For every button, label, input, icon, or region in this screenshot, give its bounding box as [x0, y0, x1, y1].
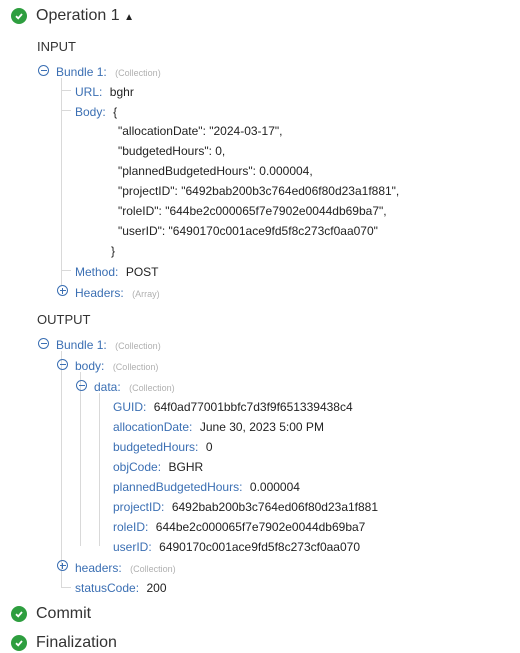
field-key: budgetedHours:	[113, 440, 199, 454]
input-bundle-row: Bundle 1: (Collection)	[56, 63, 161, 81]
field-key: projectID:	[113, 500, 165, 514]
body-json-line: "userID": "6490170c001ace9fd5f8c273cf0aa…	[118, 224, 378, 238]
tree-line	[61, 587, 71, 588]
field-key: allocationDate:	[113, 420, 193, 434]
headers-type: (Array)	[132, 289, 160, 299]
data-field-row: budgetedHours: 0	[113, 438, 213, 456]
plus-icon	[59, 562, 66, 569]
output-data-key: data:	[94, 380, 121, 394]
data-field-row: objCode: BGHR	[113, 458, 203, 476]
field-key: userID:	[113, 540, 152, 554]
input-url-row: URL: bghr	[75, 83, 134, 101]
output-section-label: OUTPUT	[37, 312, 91, 327]
headers-key: Headers:	[75, 286, 124, 300]
minus-icon	[40, 343, 47, 344]
data-field-row: roleID: 644be2c000065f7e7902e0044db69ba7	[113, 518, 365, 536]
output-data-type: (Collection)	[129, 383, 175, 393]
input-section-label: INPUT	[37, 39, 76, 54]
collapse-toggle-output-bundle[interactable]	[38, 338, 49, 349]
body-json-line: "allocationDate": "2024-03-17",	[118, 124, 283, 138]
status-code-key: statusCode:	[75, 581, 140, 595]
tree-line	[80, 372, 81, 546]
tree-line	[61, 90, 71, 91]
method-value: POST	[125, 265, 159, 279]
output-headers-key: headers:	[75, 561, 122, 575]
field-value: June 30, 2023 5:00 PM	[199, 420, 324, 434]
field-value: 6490170c001ace9fd5f8c273cf0aa070	[159, 540, 360, 554]
output-headers-type: (Collection)	[130, 564, 176, 574]
tree-line	[61, 110, 71, 111]
expand-toggle-headers[interactable]	[57, 285, 68, 296]
field-key: plannedBudgetedHours:	[113, 480, 243, 494]
field-key: objCode:	[113, 460, 162, 474]
data-field-row: GUID: 64f0ad77001bbfc7d3f9f651339438c4	[113, 398, 353, 416]
success-check-icon	[11, 8, 27, 24]
output-body-row: body: (Collection)	[75, 357, 158, 375]
output-data-row: data: (Collection)	[94, 378, 175, 396]
tree-line	[99, 393, 100, 546]
stage-finalization[interactable]: Finalization	[36, 633, 117, 653]
collapse-toggle-body[interactable]	[57, 359, 68, 370]
field-value: BGHR	[168, 460, 204, 474]
collapse-toggle-data[interactable]	[76, 380, 87, 391]
success-check-icon	[11, 606, 27, 622]
data-field-row: userID: 6490170c001ace9fd5f8c273cf0aa070	[113, 538, 360, 556]
tree-line	[61, 270, 71, 271]
body-open-brace: {	[113, 105, 118, 119]
success-check-icon	[11, 635, 27, 651]
body-json-line: "roleID": "644be2c000065f7e7902e0044db69…	[118, 204, 387, 218]
minus-icon	[59, 364, 66, 365]
minus-icon	[40, 70, 47, 71]
url-value: bghr	[109, 85, 134, 99]
stage-title: Operation 1	[36, 7, 120, 24]
tree-line	[61, 351, 62, 587]
body-close-brace: }	[111, 244, 116, 258]
input-body-row: Body: {	[75, 103, 117, 121]
output-headers-row: headers: (Collection)	[75, 559, 176, 577]
output-body-key: body:	[75, 359, 105, 373]
status-code-value: 200	[146, 581, 167, 595]
field-value: 64f0ad77001bbfc7d3f9f651339438c4	[153, 400, 353, 414]
input-bundle-label: Bundle 1:	[56, 65, 107, 79]
status-code-row: statusCode: 200	[75, 579, 167, 597]
input-headers-row: Headers: (Array)	[75, 284, 160, 302]
caret-up-icon: ▲	[124, 12, 134, 23]
data-field-row: plannedBudgetedHours: 0.000004	[113, 478, 300, 496]
input-bundle-type: (Collection)	[115, 68, 161, 78]
minus-icon	[78, 385, 85, 386]
stage-operation-1[interactable]: Operation 1 ▲	[36, 6, 134, 28]
output-bundle-type: (Collection)	[115, 341, 161, 351]
field-value: 0.000004	[249, 480, 300, 494]
stage-commit[interactable]: Commit	[36, 604, 91, 624]
field-value: 0	[205, 440, 213, 454]
data-field-row: projectID: 6492bab200b3c764ed06f80d23a1f…	[113, 498, 378, 516]
output-bundle-label: Bundle 1:	[56, 338, 107, 352]
body-json-line: "plannedBudgetedHours": 0.000004,	[118, 164, 313, 178]
body-json-line: "projectID": "6492bab200b3c764ed06f80d23…	[118, 184, 400, 198]
expand-toggle-output-headers[interactable]	[57, 560, 68, 571]
body-key: Body:	[75, 105, 106, 119]
collapse-toggle-input-bundle[interactable]	[38, 65, 49, 76]
plus-icon	[59, 287, 66, 294]
data-field-row: allocationDate: June 30, 2023 5:00 PM	[113, 418, 324, 436]
field-key: roleID:	[113, 520, 149, 534]
field-value: 6492bab200b3c764ed06f80d23a1f881	[171, 500, 379, 514]
method-key: Method:	[75, 265, 119, 279]
body-json-line: "budgetedHours": 0,	[118, 144, 226, 158]
input-method-row: Method: POST	[75, 263, 158, 281]
field-key: GUID:	[113, 400, 147, 414]
url-key: URL:	[75, 85, 103, 99]
output-body-type: (Collection)	[112, 362, 159, 372]
output-bundle-row: Bundle 1: (Collection)	[56, 336, 161, 354]
field-value: 644be2c000065f7e7902e0044db69ba7	[155, 520, 366, 534]
